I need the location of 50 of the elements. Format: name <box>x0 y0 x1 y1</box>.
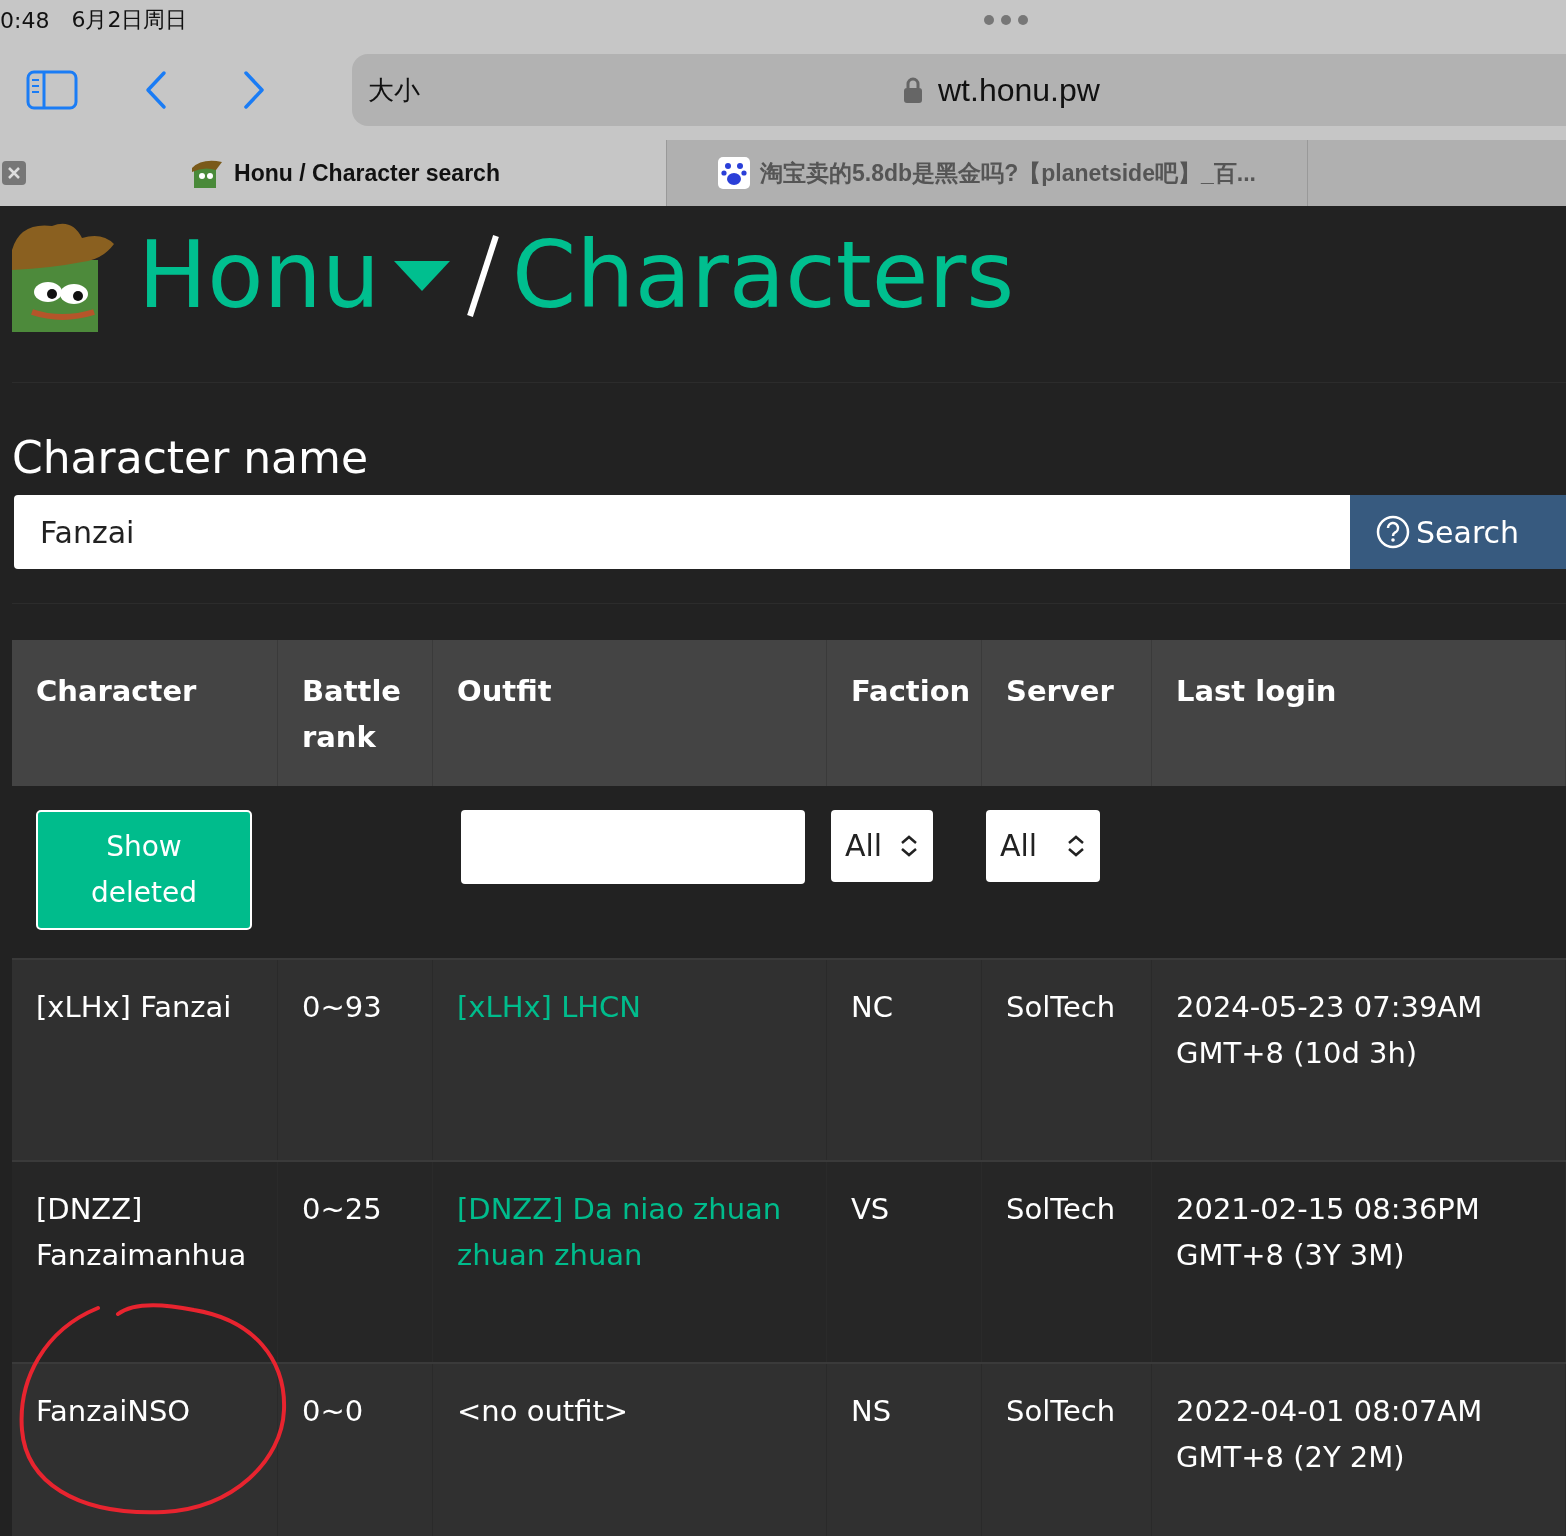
lock-icon <box>904 77 922 103</box>
server-text: SolTech <box>1006 989 1117 1026</box>
chevron-up-down-icon <box>1066 834 1086 858</box>
last-login-text: 2022-04-01 08:07AM GMT+8 (2Y 2M) <box>1176 1393 1484 1476</box>
slash-icon <box>464 234 501 318</box>
character-name[interactable]: FanzaiNSO <box>36 1388 263 1434</box>
dropdown-caret-icon[interactable] <box>392 259 453 293</box>
address-bar[interactable]: 大小 wt.honu.pw <box>352 54 1566 126</box>
site-title[interactable]: Honu <box>138 230 381 322</box>
server-text: SolTech <box>1006 1393 1117 1430</box>
battle-rank: 0~93 <box>302 989 383 1026</box>
character-name[interactable]: [xLHx] Fanzai <box>36 984 263 1030</box>
last-login-text: 2021-02-15 08:36PM GMT+8 (3Y 3M) <box>1176 1191 1481 1274</box>
last-login-text: 2024-05-23 07:39AM GMT+8 (10d 3h) <box>1176 989 1484 1072</box>
field-label: Character name <box>12 430 369 485</box>
text-size-button[interactable]: 大小 <box>368 72 420 108</box>
column-header[interactable]: Character <box>12 640 278 786</box>
battle-rank: 0~25 <box>302 1191 383 1228</box>
server-text: SolTech <box>1006 1191 1117 1228</box>
status-date: 6月2日周日 <box>71 6 188 34</box>
more-dots-icon[interactable] <box>984 15 1028 25</box>
sidebar-icon[interactable] <box>26 70 78 110</box>
column-header[interactable]: Faction <box>827 640 982 786</box>
faction-select[interactable]: All <box>831 810 933 882</box>
faction-text: NS <box>851 1393 893 1430</box>
outfit-filter-input[interactable] <box>461 810 805 884</box>
column-header[interactable]: Last login <box>1152 640 1566 786</box>
column-header[interactable]: Battle rank <box>278 640 433 786</box>
column-header[interactable]: Server <box>982 640 1152 786</box>
forward-icon[interactable] <box>242 70 266 110</box>
outfit-link[interactable]: [DNZZ] Da niao zhuan zhuan zhuan <box>457 1186 812 1278</box>
paw-favicon-icon <box>718 157 751 189</box>
close-icon[interactable] <box>2 161 26 185</box>
frog-favicon-icon <box>192 158 225 188</box>
faction-text: NC <box>851 989 894 1026</box>
back-icon[interactable] <box>144 70 168 110</box>
character-name-input[interactable]: Fanzai <box>14 495 1350 569</box>
outfit-text: <no outfit> <box>457 1393 630 1430</box>
help-icon <box>1376 515 1410 549</box>
url-text: wt.honu.pw <box>938 71 1100 109</box>
column-header[interactable]: Outfit <box>433 640 827 786</box>
status-time: 0:48 <box>0 7 50 33</box>
character-name[interactable]: [DNZZ] Fanzaimanhua <box>36 1186 263 1278</box>
faction-text: VS <box>851 1191 891 1228</box>
chevron-up-down-icon <box>899 834 919 858</box>
server-select[interactable]: All <box>986 810 1100 882</box>
search-button[interactable]: Search <box>1350 495 1566 569</box>
battle-rank: 0~0 <box>302 1393 365 1430</box>
page-title: Characters <box>512 230 1015 322</box>
outfit-link[interactable]: [xLHx] LHCN <box>457 984 812 1030</box>
